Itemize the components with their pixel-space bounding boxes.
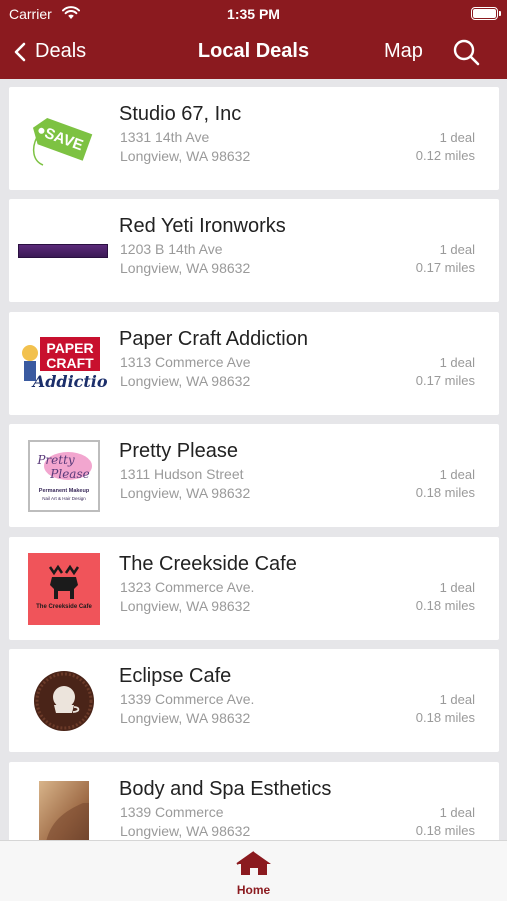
- deal-count: 1 deal: [439, 805, 475, 820]
- business-logo: SAVE: [27, 103, 101, 175]
- status-bar: Carrier 1:35 PM: [0, 0, 507, 28]
- deal-count: 1 deal: [439, 580, 475, 595]
- business-street: 1331 14th Ave: [120, 129, 210, 145]
- distance: 0.17 miles: [415, 260, 475, 275]
- logo-text: Permanent Makeup: [39, 488, 90, 494]
- business-city: Longview, WA 98632: [120, 823, 251, 839]
- logo-text: Please: [49, 467, 89, 481]
- deal-count: 1 deal: [439, 355, 475, 370]
- distance: 0.18 miles: [415, 823, 475, 838]
- list-item[interactable]: Red Yeti Ironworks 1203 B 14th Ave Longv…: [9, 199, 499, 302]
- business-street: 1203 B 14th Ave: [120, 241, 223, 257]
- clock: 1:35 PM: [227, 6, 280, 22]
- spa-photo: [39, 781, 89, 847]
- business-city: Longview, WA 98632: [120, 710, 251, 726]
- logo-text: Pretty: [36, 453, 75, 467]
- distance: 0.17 miles: [415, 373, 475, 388]
- distance: 0.12 miles: [415, 148, 475, 163]
- logo-text: Nail Art & Hair Design: [42, 496, 86, 501]
- paper-craft-logo: PAPER CRAFT Addiction: [22, 337, 108, 391]
- logo-text: CRAFT: [46, 355, 94, 371]
- business-logo: PAPER CRAFT Addiction: [18, 328, 108, 400]
- navigation-bar: Deals Local Deals Map: [0, 28, 507, 79]
- deal-count: 1 deal: [439, 692, 475, 707]
- business-city: Longview, WA 98632: [120, 373, 251, 389]
- business-street: 1339 Commerce: [120, 804, 224, 820]
- business-street: 1313 Commerce Ave: [120, 354, 251, 370]
- business-name: Studio 67, Inc: [119, 103, 242, 125]
- banner-logo-image: [18, 244, 108, 258]
- business-street: 1323 Commerce Ave.: [120, 579, 255, 595]
- business-name: Paper Craft Addiction: [119, 328, 308, 350]
- business-logo: Pretty Please Permanent Makeup Nail Art …: [27, 440, 101, 512]
- business-city: Longview, WA 98632: [120, 260, 251, 276]
- business-street: 1311 Hudson Street: [120, 466, 244, 482]
- business-logo: The Creekside Cafe: [27, 553, 101, 625]
- moose-logo: The Creekside Cafe: [28, 553, 100, 625]
- list-item[interactable]: Eclipse Cafe 1339 Commerce Ave. Longview…: [9, 649, 499, 752]
- chevron-left-icon: [14, 42, 26, 61]
- business-city: Longview, WA 98632: [120, 148, 251, 164]
- battery-icon: [471, 7, 501, 20]
- back-button[interactable]: Deals: [14, 40, 86, 63]
- deal-count: 1 deal: [439, 242, 475, 257]
- business-city: Longview, WA 98632: [120, 598, 251, 614]
- business-logo: [18, 215, 108, 287]
- distance: 0.18 miles: [415, 598, 475, 613]
- business-city: Longview, WA 98632: [120, 485, 251, 501]
- list-item[interactable]: PAPER CRAFT Addiction Paper Craft Addict…: [9, 312, 499, 415]
- logo-text: PAPER: [46, 340, 93, 356]
- deal-count: 1 deal: [439, 130, 475, 145]
- business-name: Red Yeti Ironworks: [119, 215, 286, 237]
- business-name: The Creekside Cafe: [119, 553, 297, 575]
- list-item[interactable]: SAVE Studio 67, Inc 1331 14th Ave Longvi…: [9, 87, 499, 190]
- search-icon[interactable]: [452, 38, 480, 66]
- distance: 0.18 miles: [415, 485, 475, 500]
- list-item[interactable]: Pretty Please Permanent Makeup Nail Art …: [9, 424, 499, 527]
- home-icon: [235, 851, 271, 875]
- list-item[interactable]: The Creekside Cafe The Creekside Cafe 13…: [9, 537, 499, 640]
- business-name: Body and Spa Esthetics: [119, 778, 332, 800]
- logo-text: The Creekside Cafe: [36, 604, 92, 610]
- coffee-cup-logo: [34, 671, 94, 731]
- business-name: Pretty Please: [119, 440, 238, 462]
- logo-text: Addiction: [31, 372, 108, 391]
- map-button[interactable]: Map: [384, 40, 423, 63]
- distance: 0.18 miles: [415, 710, 475, 725]
- tab-bar: Home: [0, 840, 507, 901]
- business-street: 1339 Commerce Ave.: [120, 691, 255, 707]
- tab-home-label: Home: [236, 883, 271, 897]
- save-tag-icon: SAVE: [32, 117, 93, 166]
- business-name: Eclipse Cafe: [119, 665, 232, 687]
- tab-home[interactable]: Home: [0, 850, 507, 897]
- pretty-please-logo: Pretty Please Permanent Makeup Nail Art …: [28, 440, 100, 512]
- top-bar: Carrier 1:35 PM Deals Local Deals Map: [0, 0, 507, 79]
- deal-count: 1 deal: [439, 467, 475, 482]
- business-logo: [27, 665, 101, 737]
- back-button-label: Deals: [35, 40, 87, 62]
